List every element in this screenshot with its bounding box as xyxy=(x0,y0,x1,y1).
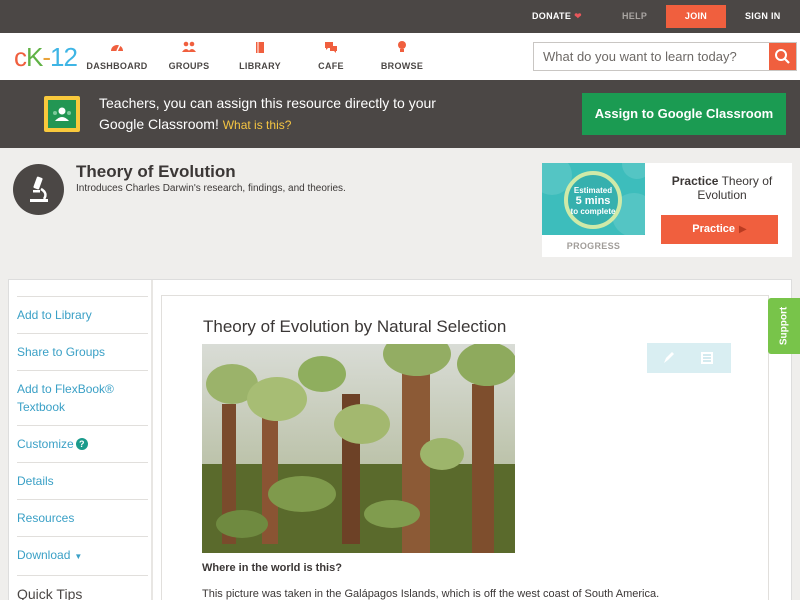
add-to-flexbook-link[interactable]: Add to FlexBook® Textbook xyxy=(17,370,148,425)
nav-cafe-label: CAFE xyxy=(318,61,344,71)
estimate-mins: 5 mins xyxy=(575,195,611,207)
resources-link[interactable]: Resources xyxy=(17,499,148,536)
logo-dash: - xyxy=(42,42,51,72)
sign-in-link[interactable]: SIGN IN xyxy=(745,0,781,33)
search-input[interactable] xyxy=(534,43,770,70)
top-utility-bar: DONATE ❤ HELP JOIN SIGN IN xyxy=(0,0,800,33)
donate-label: DONATE xyxy=(532,11,572,21)
caret-down-icon: ▼ xyxy=(74,552,83,561)
customize-link[interactable]: Customize? xyxy=(17,425,148,462)
details-link[interactable]: Details xyxy=(17,462,148,499)
nav-browse[interactable]: BROWSE xyxy=(367,40,437,71)
google-classroom-banner: Teachers, you can assign this resource d… xyxy=(0,80,800,148)
add-to-library-link[interactable]: Add to Library xyxy=(17,296,148,333)
concept-description: Introduces Charles Darwin's research, fi… xyxy=(76,183,346,194)
practice-card: Estimated 5 mins to complete PROGRESS Pr… xyxy=(542,163,792,257)
search-box xyxy=(533,42,797,71)
search-icon xyxy=(775,49,790,64)
quick-tips-heading: Quick Tips xyxy=(17,575,148,600)
share-to-groups-link[interactable]: Share to Groups xyxy=(17,333,148,370)
practice-heading: Practice Theory of Evolution xyxy=(660,174,784,202)
article-tools xyxy=(647,343,731,373)
assign-google-classroom-button[interactable]: Assign to Google Classroom xyxy=(582,93,786,135)
dashboard-gauge-icon xyxy=(82,40,152,56)
support-tab-label: Support xyxy=(778,306,790,346)
nav-groups[interactable]: GROUPS xyxy=(154,40,224,71)
estimate-badge: Estimated 5 mins to complete xyxy=(564,171,622,229)
what-is-this-link[interactable]: What is this? xyxy=(223,118,292,132)
nav-library-label: LIBRARY xyxy=(239,61,281,71)
help-link[interactable]: HELP xyxy=(622,0,647,33)
practice-button[interactable]: Practice ▶ xyxy=(661,215,778,244)
decor-bubble xyxy=(622,163,645,179)
article-paragraph: This picture was taken in the Galápagos … xyxy=(202,588,660,600)
main-navbar: cK-12 DASHBOARD GROUPS LIBRARY CAFE BROW… xyxy=(0,33,800,80)
browse-bulb-icon xyxy=(367,40,437,56)
nav-dashboard-label: DASHBOARD xyxy=(86,61,148,71)
library-book-icon xyxy=(225,40,295,56)
logo-number: 12 xyxy=(50,42,78,72)
concept-title: Theory of Evolution xyxy=(76,162,236,181)
progress-label: PROGRESS xyxy=(566,241,621,251)
cactus-forest-photo xyxy=(202,344,515,553)
practice-heading-bold: Practice xyxy=(671,174,719,188)
nav-dashboard[interactable]: DASHBOARD xyxy=(82,40,152,71)
support-tab[interactable]: Support xyxy=(768,298,800,354)
estimate-line1: Estimated xyxy=(573,186,613,195)
progress-widget: Estimated 5 mins to complete PROGRESS xyxy=(542,163,645,257)
download-dropdown[interactable]: Download ▼ xyxy=(17,536,148,575)
estimate-line3: to complete xyxy=(570,207,616,216)
sidebar-divider xyxy=(151,280,153,600)
join-button[interactable]: JOIN xyxy=(666,5,726,28)
content-area: Add to Library Share to Groups Add to Fl… xyxy=(8,279,792,600)
chevron-right-icon: ▶ xyxy=(739,224,747,235)
download-label: Download xyxy=(17,548,71,562)
nav-browse-label: BROWSE xyxy=(380,61,424,71)
progress-background: Estimated 5 mins to complete xyxy=(542,163,645,235)
cafe-chat-icon xyxy=(296,40,366,56)
logo-k: K xyxy=(26,42,43,72)
practice-button-label: Practice xyxy=(692,223,736,235)
nav-cafe[interactable]: CAFE xyxy=(296,40,366,71)
help-question-icon[interactable]: ? xyxy=(75,438,88,450)
classroom-banner-message: Teachers, you can assign this resource d… xyxy=(99,93,479,136)
notes-icon[interactable] xyxy=(699,350,715,366)
groups-people-icon xyxy=(154,40,224,56)
pencil-icon[interactable] xyxy=(661,350,677,366)
google-classroom-icon xyxy=(44,96,80,132)
customize-label: Customize xyxy=(17,437,74,451)
nav-library[interactable]: LIBRARY xyxy=(225,40,295,71)
article-question: Where in the world is this? xyxy=(202,562,342,574)
ck12-logo[interactable]: cK-12 xyxy=(14,42,78,72)
article-title: Theory of Evolution by Natural Selection xyxy=(203,317,507,336)
nav-groups-label: GROUPS xyxy=(168,61,210,71)
microscope-icon xyxy=(13,164,64,215)
heart-icon: ❤ xyxy=(574,11,582,21)
logo-c: c xyxy=(14,42,27,72)
article-panel: Theory of Evolution by Natural Selection xyxy=(161,295,769,600)
search-button[interactable] xyxy=(769,43,796,70)
donate-link[interactable]: DONATE ❤ xyxy=(532,0,582,33)
resource-sidebar: Add to Library Share to Groups Add to Fl… xyxy=(17,296,148,600)
